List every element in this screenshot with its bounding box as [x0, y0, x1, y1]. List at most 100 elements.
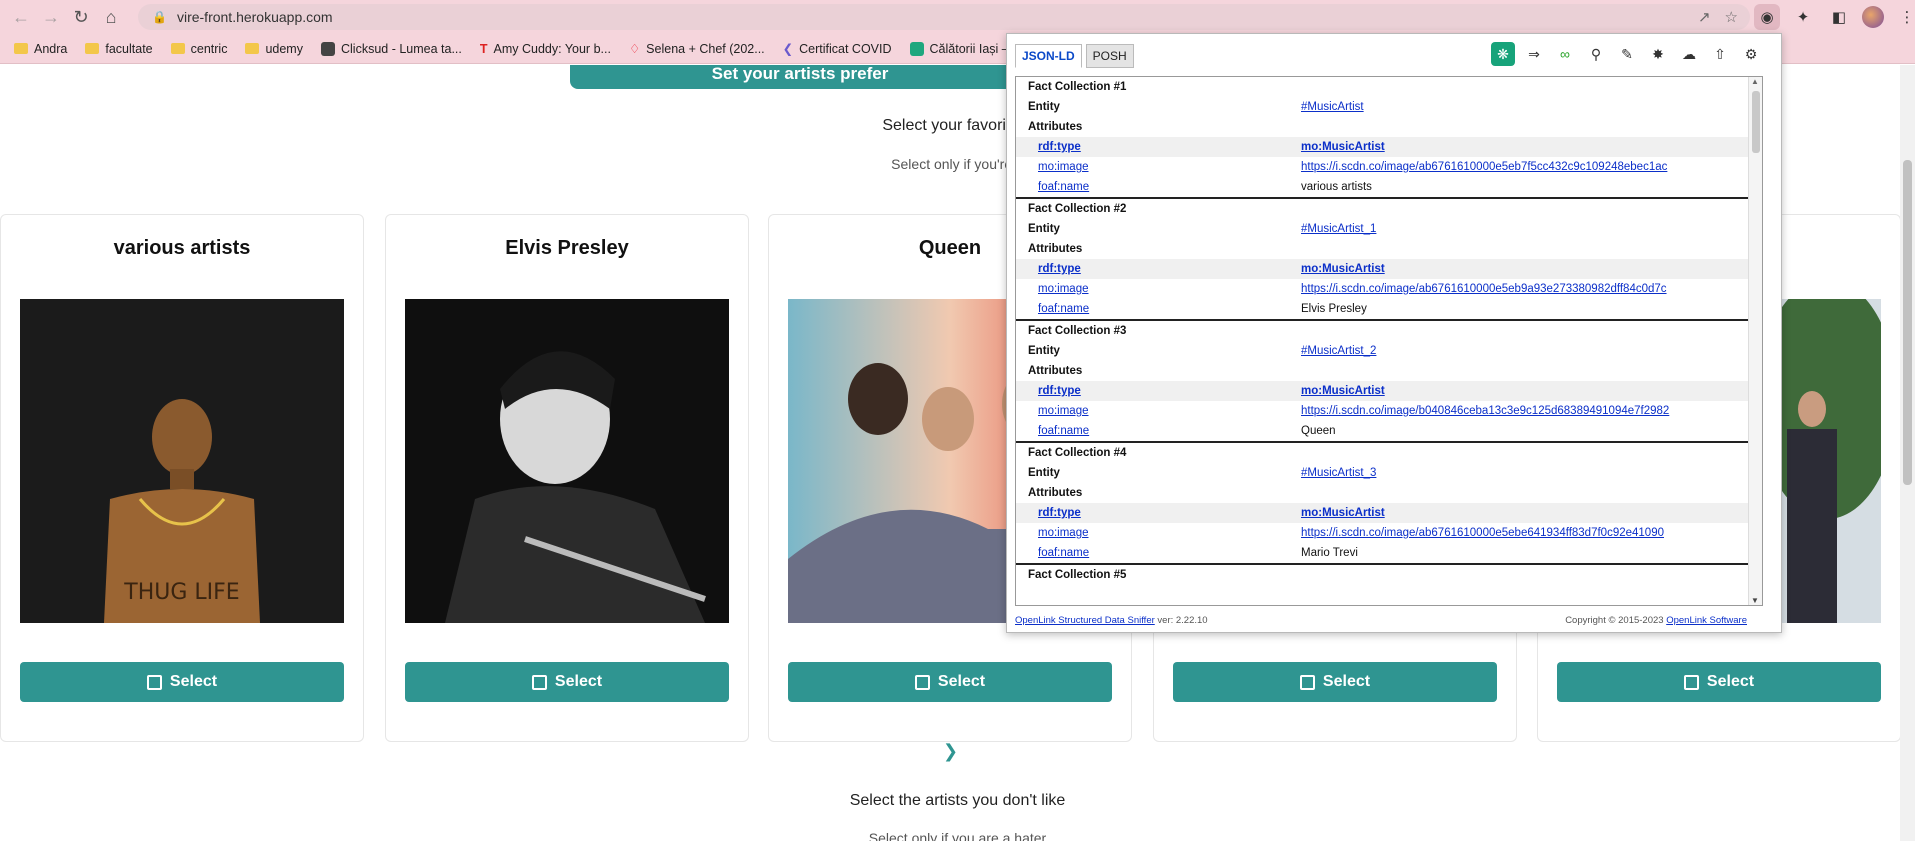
bookmark-item[interactable]: udemy	[245, 42, 303, 56]
image-key[interactable]: mo:image	[1016, 405, 1301, 417]
bookmark-item[interactable]: Clicksud - Lumea ta...	[320, 41, 462, 56]
name-key[interactable]: foaf:name	[1016, 303, 1301, 315]
attributes-label: Attributes	[1028, 121, 1083, 133]
forward-arrow-icon[interactable]: →	[36, 2, 66, 32]
menu-kebab-icon[interactable]: ⋮	[1894, 4, 1915, 30]
link-chain-icon[interactable]: ∞	[1553, 42, 1577, 66]
scroll-up-icon[interactable]: ▲	[1751, 77, 1759, 86]
search-globe-icon[interactable]: ⚲	[1584, 42, 1608, 66]
extension-sniffer-icon[interactable]: ◉	[1754, 4, 1780, 30]
rdf-type-value[interactable]: mo:MusicArtist	[1301, 385, 1385, 397]
panel-scrollbar-thumb[interactable]	[1752, 91, 1760, 153]
side-panel-icon[interactable]: ◧	[1826, 4, 1852, 30]
scroll-down-icon[interactable]: ▼	[1751, 596, 1759, 605]
bookmark-item[interactable]: centric	[170, 42, 227, 56]
checkbox-icon	[914, 674, 930, 690]
entity-label: Entity	[1028, 467, 1060, 479]
bookmark-item[interactable]: ❮ Certificat COVID	[783, 41, 892, 57]
reload-icon[interactable]: ↻	[66, 2, 96, 32]
image-key[interactable]: mo:image	[1016, 161, 1301, 173]
fact-collection-title: Fact Collection #1	[1028, 81, 1127, 93]
name-value: Mario Trevi	[1301, 547, 1358, 559]
extensions-puzzle-icon[interactable]: ✦	[1790, 4, 1816, 30]
login-arrow-icon[interactable]: ⇒	[1522, 42, 1546, 66]
version-text: ver: 2.22.10	[1157, 615, 1208, 626]
address-bar[interactable]: 🔒 vire-front.herokuapp.com ↗ ☆	[138, 4, 1750, 30]
select-button[interactable]: Select	[1173, 662, 1497, 702]
url-text: vire-front.herokuapp.com	[176, 9, 333, 25]
rdf-type-key[interactable]: rdf:type	[1016, 141, 1301, 153]
image-key[interactable]: mo:image	[1016, 283, 1301, 295]
checkbox-icon	[1683, 674, 1699, 690]
attributes-label: Attributes	[1028, 365, 1083, 377]
folder-icon	[14, 43, 28, 54]
rdf-type-value[interactable]: mo:MusicArtist	[1301, 141, 1385, 153]
svg-text:THUG LIFE: THUG LIFE	[123, 580, 239, 605]
popup-footer: OpenLink Structured Data Sniffer ver: 2.…	[1015, 615, 1775, 626]
folder-icon	[85, 43, 100, 54]
entity-link[interactable]: #MusicArtist_1	[1301, 223, 1376, 235]
bookmark-item[interactable]: Andra	[14, 42, 67, 56]
image-url-link[interactable]: https://i.scdn.co/image/ab6761610000e5eb…	[1301, 161, 1667, 173]
select-button[interactable]: Select	[405, 662, 729, 702]
entity-label: Entity	[1028, 101, 1060, 113]
fact-collections-panel[interactable]: Fact Collection #1 Entity #MusicArtist Attr…	[1015, 76, 1763, 606]
profile-avatar[interactable]	[1862, 6, 1884, 28]
rdf-type-value[interactable]: mo:MusicArtist	[1301, 263, 1385, 275]
bookmark-item[interactable]: Călătorii Iași – E	[909, 41, 1021, 56]
checkbox-icon	[146, 674, 162, 690]
scrollbar-thumb[interactable]	[1903, 160, 1912, 485]
popcorn-favicon-icon: ♢	[628, 42, 641, 56]
artist-card: Elvis Presley Select	[385, 214, 749, 742]
travel-favicon-icon	[909, 41, 924, 56]
dislikes-title: Select the artists you don't like	[849, 792, 1066, 809]
rdf-type-key[interactable]: rdf:type	[1016, 507, 1301, 519]
settings-gear-icon[interactable]: ⚙	[1739, 42, 1763, 66]
name-key[interactable]: foaf:name	[1016, 547, 1301, 559]
edit-pencil-icon[interactable]: ✎	[1615, 42, 1639, 66]
openlink-link[interactable]: OpenLink Software	[1666, 615, 1747, 626]
fact-collection-title: Fact Collection #4	[1028, 447, 1127, 459]
attributes-label: Attributes	[1028, 487, 1083, 499]
bookmark-item[interactable]: facultate	[85, 42, 153, 56]
page-scrollbar[interactable]	[1900, 65, 1915, 841]
clicksud-favicon-icon	[320, 41, 335, 56]
image-url-link[interactable]: https://i.scdn.co/image/ab6761610000e5eb…	[1301, 283, 1667, 295]
share-icon[interactable]: ↗	[1698, 8, 1711, 26]
folder-icon	[245, 43, 260, 54]
name-key[interactable]: foaf:name	[1016, 425, 1301, 437]
graph-network-icon[interactable]: ✸	[1646, 42, 1670, 66]
search-cloud-icon[interactable]: ☁	[1677, 42, 1701, 66]
checkbox-icon	[1299, 674, 1315, 690]
bookmark-item[interactable]: ♢ Selena + Chef (202...	[628, 41, 765, 57]
select-button[interactable]: Select	[788, 662, 1112, 702]
tab-posh[interactable]: POSH	[1085, 44, 1134, 68]
chevron-right-icon[interactable]: ❯	[943, 741, 958, 762]
panel-scrollbar[interactable]: ▲ ▼	[1748, 77, 1762, 605]
sniffer-link[interactable]: OpenLink Structured Data Sniffer	[1015, 615, 1155, 626]
home-icon[interactable]: ⌂	[96, 2, 126, 32]
image-url-link[interactable]: https://i.scdn.co/image/ab6761610000e5eb…	[1301, 527, 1664, 539]
select-button[interactable]: Select	[1557, 662, 1881, 702]
back-arrow-icon[interactable]: ←	[6, 2, 36, 32]
preferences-banner: Set your artists prefer	[570, 65, 1030, 89]
entity-link[interactable]: #MusicArtist_2	[1301, 345, 1376, 357]
chatgpt-icon[interactable]: ❋	[1491, 42, 1515, 66]
copyright-text: Copyright © 2015-2023	[1565, 615, 1664, 626]
folder-icon	[170, 43, 185, 54]
bookmark-star-icon[interactable]: ☆	[1725, 8, 1738, 26]
artist-image	[405, 299, 729, 623]
entity-link[interactable]: #MusicArtist_3	[1301, 467, 1376, 479]
tab-json-ld[interactable]: JSON-LD	[1015, 44, 1082, 68]
image-url-link[interactable]: https://i.scdn.co/image/b040846ceba13c3e…	[1301, 405, 1669, 417]
name-key[interactable]: foaf:name	[1016, 181, 1301, 193]
fact-collection-title: Fact Collection #2	[1028, 203, 1127, 215]
image-key[interactable]: mo:image	[1016, 527, 1301, 539]
rdf-type-key[interactable]: rdf:type	[1016, 263, 1301, 275]
cloud-upload-icon[interactable]: ⇧	[1708, 42, 1732, 66]
rdf-type-value[interactable]: mo:MusicArtist	[1301, 507, 1385, 519]
entity-link[interactable]: #MusicArtist	[1301, 101, 1364, 113]
rdf-type-key[interactable]: rdf:type	[1016, 385, 1301, 397]
bookmark-item[interactable]: T Amy Cuddy: Your b...	[480, 42, 611, 56]
select-button[interactable]: Select	[20, 662, 344, 702]
